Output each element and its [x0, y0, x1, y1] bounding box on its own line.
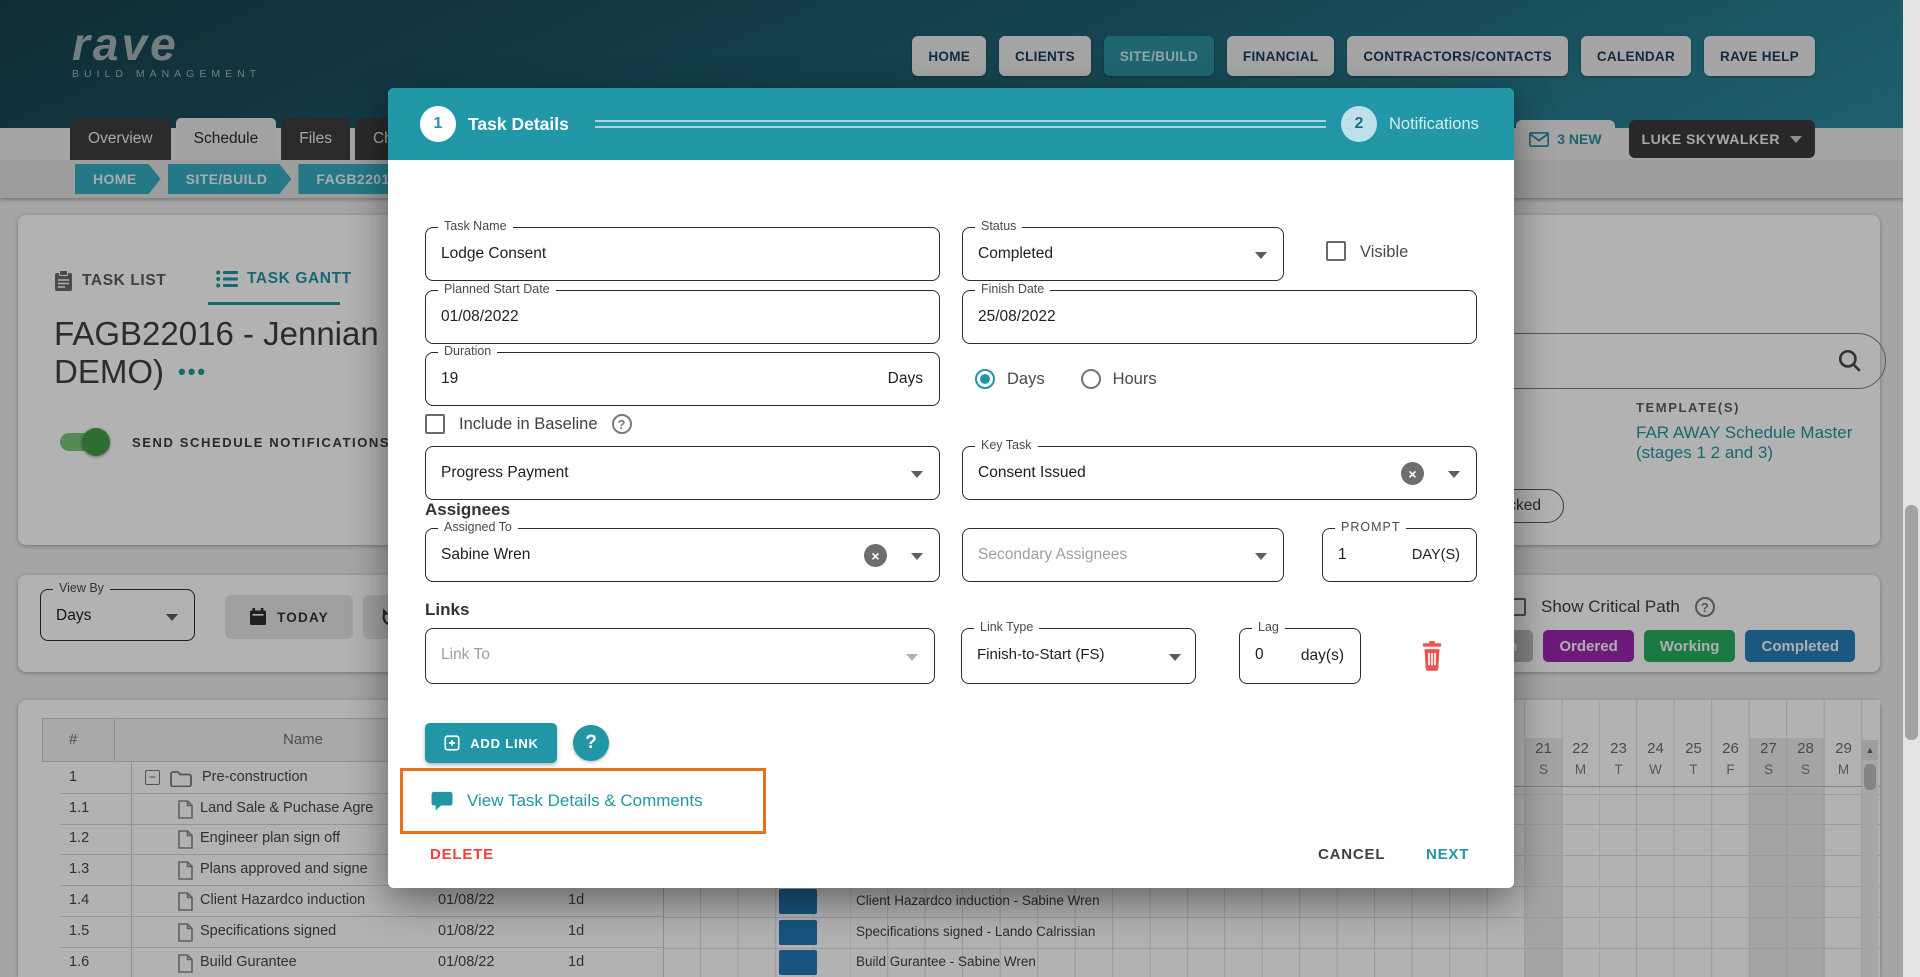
include-in-baseline-checkbox[interactable]	[425, 414, 445, 434]
clear-icon[interactable]: ×	[1401, 462, 1424, 485]
task-name-field[interactable]: Task Name Lodge Consent	[425, 219, 940, 281]
secondary-assignees-placeholder: Secondary Assignees	[978, 546, 1128, 563]
duration-field[interactable]: Duration 19 Days	[425, 344, 940, 406]
finish-date-value: 25/08/2022	[978, 308, 1056, 325]
duration-suffix: Days	[887, 370, 923, 387]
chevron-down-icon	[911, 553, 923, 560]
lag-value: 0	[1255, 646, 1264, 663]
chevron-down-icon	[1255, 252, 1267, 259]
key-task-value: Consent Issued	[978, 464, 1086, 481]
chevron-down-icon	[1169, 654, 1181, 661]
days-radio-label: Days	[1007, 369, 1045, 388]
days-radio[interactable]	[975, 369, 995, 389]
link-to-select[interactable]: Link To	[425, 628, 935, 684]
page-scrollbar-thumb[interactable]	[1905, 505, 1918, 740]
hours-radio[interactable]	[1080, 369, 1101, 389]
cancel-button[interactable]: CANCEL	[1318, 846, 1385, 863]
lag-field[interactable]: Lag 0 day(s)	[1239, 620, 1361, 684]
days-radio-row: Days Hours	[975, 369, 1157, 389]
assigned-to-value: Sabine Wren	[441, 546, 531, 563]
links-help-icon[interactable]: ?	[573, 725, 609, 761]
add-link-label: ADD LINK	[470, 735, 539, 751]
links-heading: Links	[425, 600, 470, 619]
finish-date-field[interactable]: Finish Date 25/08/2022	[962, 282, 1477, 344]
visible-checkbox[interactable]	[1326, 241, 1346, 261]
hours-radio-label: Hours	[1112, 369, 1157, 388]
step-1-label: Task Details	[468, 114, 569, 134]
baseline-row: Include in Baseline ?	[425, 414, 632, 434]
secondary-assignees-select[interactable]: Secondary Assignees	[962, 528, 1284, 582]
baseline-help-icon[interactable]: ?	[611, 414, 632, 434]
view-task-details-comments-label: View Task Details & Comments	[467, 791, 703, 810]
assignees-heading: Assignees	[425, 500, 511, 519]
chevron-down-icon	[1255, 553, 1267, 560]
category-value: Progress Payment	[441, 464, 569, 481]
planned-start-date-value: 01/08/2022	[441, 308, 519, 325]
step-2-label: Notifications	[1389, 115, 1479, 133]
status-select[interactable]: Status Completed	[962, 219, 1284, 281]
planned-start-date-field[interactable]: Planned Start Date 01/08/2022	[425, 282, 940, 344]
prompt-value: 1	[1338, 546, 1347, 563]
status-value: Completed	[978, 245, 1053, 262]
include-in-baseline-label: Include in Baseline	[459, 414, 598, 433]
visible-label: Visible	[1360, 243, 1409, 261]
delete-button[interactable]: DELETE	[430, 846, 494, 863]
chevron-down-icon	[906, 654, 918, 661]
clear-icon[interactable]: ×	[864, 544, 887, 567]
page-scrollbar[interactable]	[1903, 0, 1920, 977]
task-details-modal: 1 Task Details 2 Notifications Task Name…	[388, 88, 1514, 888]
step-2-badge: 2	[1341, 106, 1377, 142]
view-task-details-comments-link[interactable]: View Task Details & Comments	[400, 768, 766, 834]
key-task-select[interactable]: Key Task Consent Issued ×	[962, 438, 1477, 500]
add-link-button[interactable]: ADD LINK	[425, 723, 557, 763]
step-1-badge: 1	[420, 106, 456, 142]
comment-bubble-icon	[431, 791, 453, 811]
rave-build-management-app: rave BUILD MANAGEMENT HOME CLIENTS SITE/…	[0, 0, 1920, 977]
link-to-placeholder: Link To	[441, 646, 490, 663]
category-select[interactable]: Progress Payment	[425, 446, 940, 500]
next-button[interactable]: NEXT	[1426, 846, 1469, 863]
prompt-suffix: DAY(S)	[1411, 547, 1460, 563]
step-connector	[595, 120, 1326, 128]
duration-value: 19	[441, 370, 459, 387]
assigned-to-select[interactable]: Assigned To Sabine Wren ×	[425, 520, 940, 582]
task-name-value: Lodge Consent	[441, 245, 547, 262]
modal-header: 1 Task Details 2 Notifications	[388, 88, 1514, 160]
link-type-value: Finish-to-Start (FS)	[977, 646, 1105, 663]
link-type-select[interactable]: Link Type Finish-to-Start (FS)	[961, 620, 1196, 684]
plus-square-icon	[444, 735, 460, 751]
prompt-field[interactable]: PROMPT 1 DAY(S)	[1322, 520, 1477, 582]
delete-link-trash-icon[interactable]	[1418, 641, 1446, 671]
lag-suffix: day(s)	[1300, 647, 1344, 664]
chevron-down-icon	[911, 471, 923, 478]
chevron-down-icon	[1448, 471, 1460, 478]
